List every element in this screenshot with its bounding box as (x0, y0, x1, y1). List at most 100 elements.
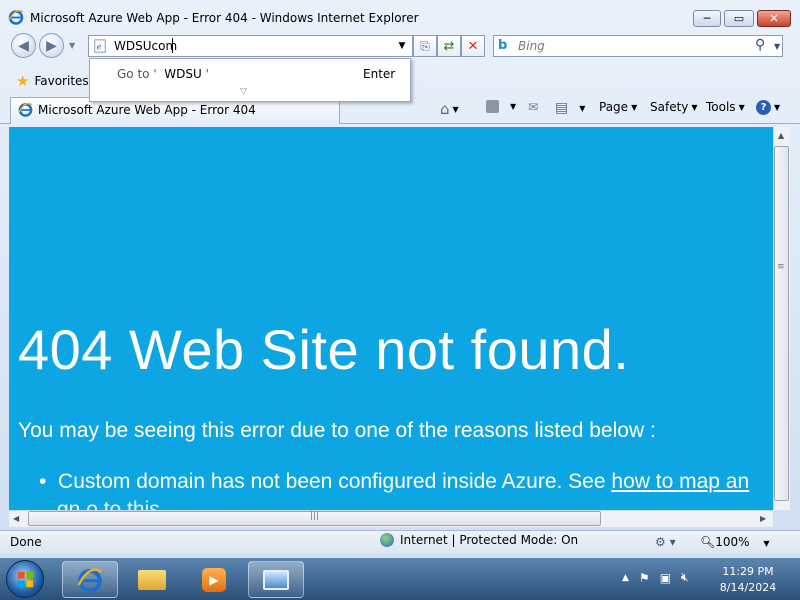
home-button[interactable]: ⌂ ▼ (440, 100, 459, 118)
taskbar-windows-explorer[interactable] (124, 561, 180, 598)
goto-prefix: Go to ' (117, 67, 157, 81)
scroll-up-icon[interactable]: ▲ (778, 131, 784, 140)
tab-title: Microsoft Azure Web App - Error 404 (38, 103, 256, 117)
show-hidden-icons-icon[interactable]: ▲ (622, 573, 629, 583)
folder-icon (138, 569, 166, 590)
print-button[interactable]: ▤ ▼ (555, 100, 585, 116)
security-zone[interactable]: Internet | Protected Mode: On (380, 533, 578, 547)
zoom-icon: 🔍︎ (700, 535, 716, 549)
back-button[interactable]: ◀ (11, 33, 36, 58)
vertical-scroll-thumb[interactable] (774, 146, 789, 501)
change-zoom-options-icon[interactable]: ⚙ ▾ (655, 535, 676, 549)
remote-desktop-icon (263, 569, 289, 590)
bing-logo-icon: b (498, 38, 508, 53)
feeds-dropdown-icon: ▼ (510, 102, 517, 111)
bullet-text: Custom domain has not been configured in… (58, 470, 606, 493)
status-text: Done (10, 535, 42, 549)
printer-icon: ▤ (555, 100, 569, 116)
address-input[interactable]: WDSUcom (114, 39, 177, 53)
help-icon: ? (756, 100, 771, 115)
page-icon: e (94, 39, 106, 53)
safety-dropdown-icon: ▼ (691, 102, 698, 112)
search-placeholder: Bing (518, 39, 545, 53)
forward-arrow-icon: ▶ (46, 37, 57, 54)
error-heading: 404 Web Site not found. (18, 318, 630, 381)
home-icon: ⌂ (440, 100, 450, 118)
page-content: 404 Web Site not found. You may be seein… (9, 127, 773, 510)
goto-suffix: ' (205, 67, 209, 81)
expand-suggestions-icon[interactable]: ▽ (240, 87, 247, 97)
clock-time: 11:29 PM (722, 565, 774, 578)
compatibility-icon: ⎘ (420, 38, 430, 53)
help-dropdown-icon: ▼ (774, 103, 781, 112)
goto-value: WDSU (164, 67, 202, 81)
search-icon[interactable]: ⚲ (755, 37, 765, 53)
taskbar-clock[interactable]: 11:29 PM 8/14/2024 (708, 564, 788, 596)
maximize-button[interactable]: ▭ (724, 10, 754, 27)
system-tray: ▲ ⚑ ▣ 🔇︎ (622, 570, 689, 585)
stop-icon: ✕ (467, 38, 479, 54)
window-title: Microsoft Azure Web App - Error 404 - Wi… (30, 11, 419, 25)
safety-menu[interactable]: Safety ▼ (650, 100, 698, 114)
tools-menu[interactable]: Tools ▼ (706, 100, 745, 114)
safety-menu-label: Safety (650, 100, 689, 114)
home-dropdown-icon: ▼ (452, 104, 459, 114)
favorites-label: Favorites (34, 74, 89, 88)
media-player-icon: ▶ (202, 567, 226, 592)
start-button[interactable] (6, 560, 44, 598)
mail-icon: ✉ (528, 100, 539, 114)
tools-dropdown-icon: ▼ (738, 102, 745, 112)
horizontal-thumb-grip-icon: ||| (310, 511, 320, 521)
text-caret (172, 38, 173, 53)
volume-muted-icon[interactable]: 🔇︎ (681, 570, 689, 585)
zoom-dropdown-icon: ▼ (763, 539, 770, 548)
error-reason-text: You may be seeing this error due to one … (18, 419, 656, 442)
scroll-right-icon[interactable]: ▶ (760, 514, 766, 523)
goto-suggestion[interactable]: Go to ' WDSU ' (117, 67, 209, 81)
clock-date: 8/14/2024 (719, 581, 777, 594)
error-bullet: • Custom domain has not been configured … (39, 470, 749, 494)
favorites-star-icon: ★ (16, 72, 30, 90)
refresh-icon: ⇄ (443, 38, 455, 54)
scroll-left-icon[interactable]: ◀ (13, 514, 19, 523)
search-options-icon[interactable]: ▼ (774, 42, 780, 51)
read-mail-button[interactable]: ✉ (528, 100, 538, 114)
svg-text:e: e (97, 43, 102, 53)
close-button[interactable]: ✕ (757, 10, 791, 27)
print-dropdown-icon: ▼ (579, 103, 586, 113)
stop-button[interactable]: ✕ (461, 35, 485, 57)
taskbar-media-player[interactable]: ▶ (186, 561, 242, 598)
ie-logo-icon (8, 9, 24, 25)
favorites-button[interactable]: ★ Favorites (16, 72, 89, 90)
action-center-flag-icon[interactable]: ⚑ (639, 571, 650, 585)
internet-globe-icon (380, 533, 394, 547)
zoom-level[interactable]: 🔍︎100% ▼ (700, 535, 770, 549)
tools-menu-label: Tools (706, 100, 736, 114)
map-domain-link[interactable]: how to map an (611, 470, 749, 493)
security-zone-label: Internet | Protected Mode: On (400, 533, 579, 547)
back-arrow-icon: ◀ (18, 37, 29, 54)
internet-explorer-icon (77, 567, 103, 593)
windows-logo-icon (17, 571, 34, 588)
feeds-button[interactable]: ▼ (486, 100, 516, 113)
refresh-button[interactable]: ⇄ (437, 35, 461, 57)
network-icon[interactable]: ▣ (660, 571, 671, 585)
help-button[interactable]: ? ▼ (756, 100, 780, 115)
address-dropdown-icon[interactable]: ▼ (393, 35, 411, 57)
forward-button[interactable]: ▶ (39, 33, 64, 58)
taskbar-remote-desktop[interactable] (248, 561, 304, 598)
page-menu-label: Page (599, 100, 629, 114)
recent-pages-dropdown-icon[interactable]: ▼ (69, 41, 75, 50)
goto-shortcut: Enter (363, 67, 396, 81)
page-menu[interactable]: Page ▼ (599, 100, 637, 114)
bullet-continued-text: gn o to this (57, 498, 160, 510)
compatibility-view-button[interactable]: ⎘ (413, 35, 437, 57)
minimize-button[interactable]: ─ (693, 10, 721, 27)
zoom-value: 100% (715, 535, 750, 549)
page-dropdown-icon: ▼ (631, 102, 638, 112)
rss-feed-icon (486, 100, 499, 113)
vertical-thumb-grip-icon: ≡ (777, 262, 785, 272)
tab-ie-icon (18, 102, 33, 117)
bullet-dot: • (39, 470, 59, 493)
taskbar-internet-explorer[interactable] (62, 561, 118, 598)
